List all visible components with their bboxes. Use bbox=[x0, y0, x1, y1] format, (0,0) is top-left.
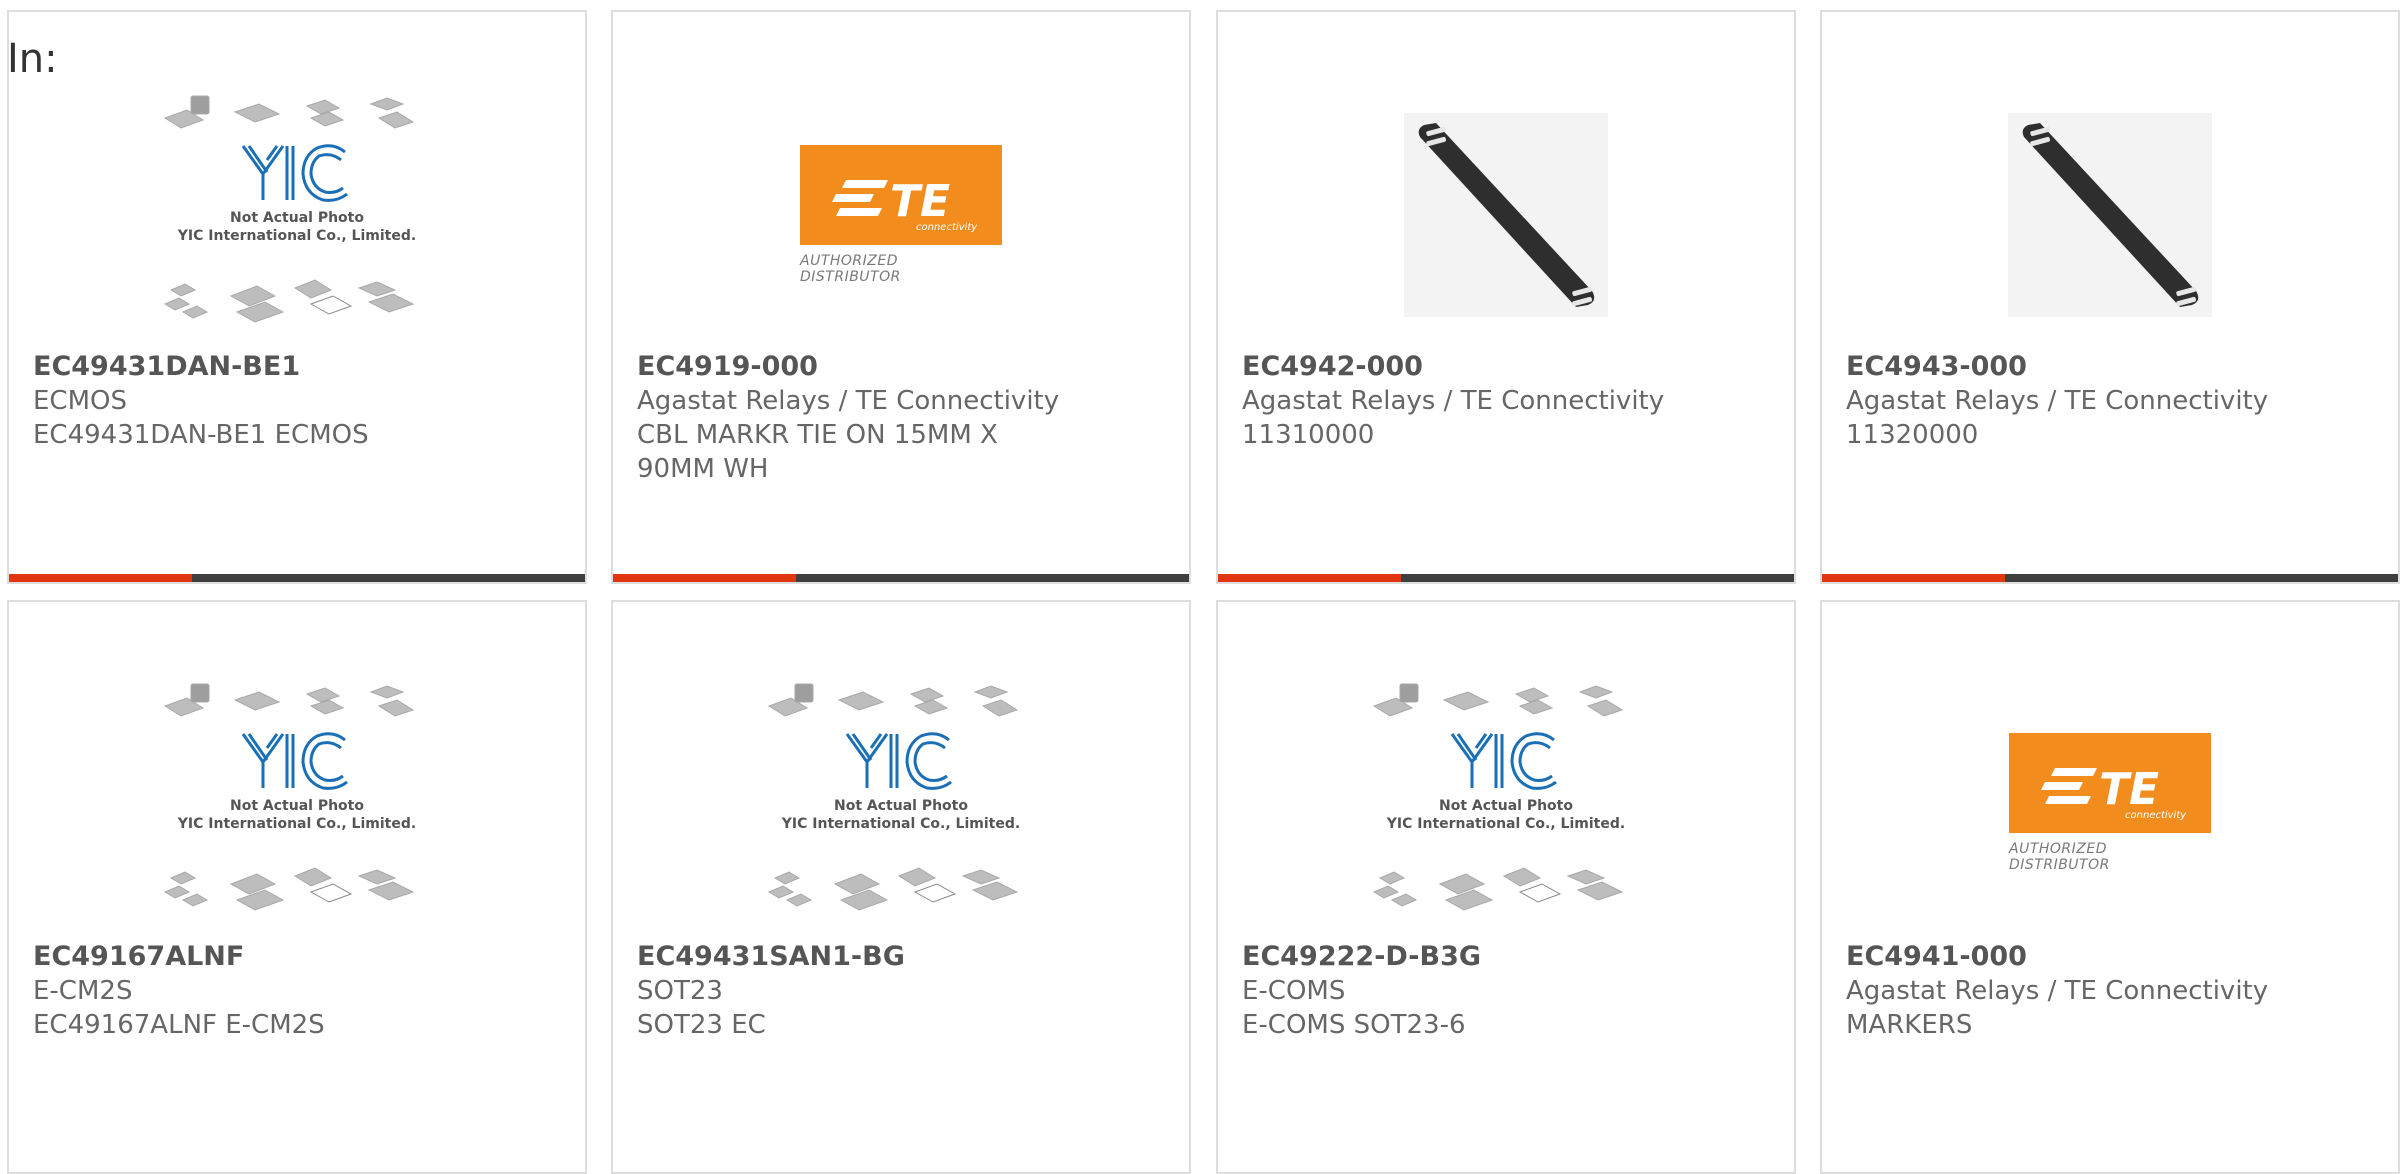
cable-marker-strap-image bbox=[1404, 112, 1608, 317]
product-image[interactable] bbox=[1218, 72, 1794, 357]
yic-caption-1: Not Actual Photo bbox=[834, 798, 968, 814]
product-part-number[interactable]: EC4941-000 bbox=[1846, 940, 2374, 974]
yic-logo bbox=[241, 731, 348, 790]
yic-caption-2: YIC International Co., Limited. bbox=[177, 228, 416, 244]
product-info: EC49431DAN-BE1 ECMOS EC49431DAN-BE1 ECMOS bbox=[33, 350, 561, 452]
product-card[interactable]: EC4942-000 Agastat Relays / TE Connectivi… bbox=[1216, 10, 1796, 584]
product-card[interactable]: TE connectivity AUTHORIZED DISTRIBUTOR E… bbox=[1820, 600, 2400, 1174]
yic-placeholder-image: Not Actual Photo YIC International Co., … bbox=[1372, 683, 1625, 911]
yic-caption-2: YIC International Co., Limited. bbox=[177, 816, 416, 832]
card-accent-bar-highlight bbox=[1822, 574, 2005, 582]
product-card[interactable]: Not Actual Photo YIC International Co., … bbox=[1216, 600, 1796, 1174]
product-image[interactable]: Not Actual Photo YIC International Co., … bbox=[9, 660, 585, 945]
te-connectivity-logo: TE connectivity AUTHORIZED DISTRIBUTOR bbox=[2009, 732, 2211, 873]
search-scope-label: In: bbox=[7, 36, 58, 82]
product-image[interactable]: Not Actual Photo YIC International Co., … bbox=[1218, 660, 1794, 945]
product-info: EC49222-D-B3G E-COMS E-COMS SOT23-6 bbox=[1242, 940, 1770, 1042]
product-manufacturer: Agastat Relays / TE Connectivity bbox=[637, 386, 1060, 416]
yic-caption-2: YIC International Co., Limited. bbox=[781, 816, 1020, 832]
svg-text:TE: TE bbox=[890, 176, 950, 227]
product-manufacturer: E-CM2S bbox=[33, 976, 133, 1006]
yic-placeholder-image: Not Actual Photo YIC International Co., … bbox=[767, 683, 1020, 911]
product-description: E-COMS SOT23-6 bbox=[1242, 1010, 1466, 1040]
svg-text:connectivity: connectivity bbox=[2125, 810, 2187, 821]
product-info: EC49431SAN1-BG SOT23 SOT23 EC bbox=[637, 940, 1165, 1042]
yic-caption-2: YIC International Co., Limited. bbox=[1386, 816, 1625, 832]
te-connectivity-logo: TE connectivity AUTHORIZED DISTRIBUTOR bbox=[800, 144, 1002, 285]
yic-logo bbox=[845, 731, 952, 790]
product-manufacturer: Agastat Relays / TE Connectivity bbox=[1846, 386, 2269, 416]
yic-caption-1: Not Actual Photo bbox=[230, 210, 364, 226]
product-part-number[interactable]: EC49222-D-B3G bbox=[1242, 940, 1770, 974]
yic-caption-1: Not Actual Photo bbox=[230, 798, 364, 814]
card-accent-bar bbox=[613, 574, 1189, 582]
cable-marker-strap-image bbox=[2008, 112, 2212, 317]
card-accent-bar bbox=[9, 574, 585, 582]
yic-placeholder-image: Not Actual Photo YIC International Co., … bbox=[163, 95, 416, 323]
product-info: EC4941-000 Agastat Relays / TE Connectivi… bbox=[1846, 940, 2374, 1042]
product-manufacturer: Agastat Relays / TE Connectivity bbox=[1846, 976, 2269, 1006]
product-card[interactable]: Not Actual Photo YIC International Co., … bbox=[7, 600, 587, 1174]
card-accent-bar bbox=[1218, 574, 1794, 582]
product-part-number[interactable]: EC49431DAN-BE1 bbox=[33, 350, 561, 384]
product-info: EC4942-000 Agastat Relays / TE Connectivi… bbox=[1242, 350, 1770, 452]
product-part-number[interactable]: EC49431SAN1-BG bbox=[637, 940, 1165, 974]
product-part-number[interactable]: EC4942-000 bbox=[1242, 350, 1770, 384]
product-part-number[interactable]: EC4943-000 bbox=[1846, 350, 2374, 384]
product-image[interactable]: TE connectivity AUTHORIZED DISTRIBUTOR bbox=[1822, 660, 2398, 945]
product-part-number[interactable]: EC49167ALNF bbox=[33, 940, 561, 974]
product-manufacturer: ECMOS bbox=[33, 386, 127, 416]
svg-text:TE: TE bbox=[2099, 764, 2159, 815]
yic-logo bbox=[241, 143, 348, 202]
product-description: EC49431DAN-BE1 ECMOS bbox=[33, 420, 369, 450]
product-image[interactable]: Not Actual Photo YIC International Co., … bbox=[613, 660, 1189, 945]
card-accent-bar bbox=[1822, 574, 2398, 582]
product-card[interactable]: EC4943-000 Agastat Relays / TE Connectivi… bbox=[1820, 10, 2400, 584]
product-image[interactable]: TE connectivity AUTHORIZED DISTRIBUTOR bbox=[613, 72, 1189, 357]
product-description: CBL MARKR TIE ON 15MM X 90MM WH bbox=[637, 420, 998, 484]
product-card[interactable]: Not Actual Photo YIC International Co., … bbox=[7, 10, 587, 584]
product-part-number[interactable]: EC4919-000 bbox=[637, 350, 1165, 384]
product-description: 11310000 bbox=[1242, 420, 1375, 450]
product-description: 11320000 bbox=[1846, 420, 1979, 450]
product-description: EC49167ALNF E-CM2S bbox=[33, 1010, 325, 1040]
product-image[interactable]: Not Actual Photo YIC International Co., … bbox=[9, 72, 585, 357]
product-card[interactable]: TE connectivity AUTHORIZED DISTRIBUTOR E… bbox=[611, 10, 1191, 584]
product-manufacturer: Agastat Relays / TE Connectivity bbox=[1242, 386, 1665, 416]
card-accent-bar-highlight bbox=[1218, 574, 1401, 582]
yic-placeholder-image: Not Actual Photo YIC International Co., … bbox=[163, 683, 416, 911]
product-manufacturer: SOT23 bbox=[637, 976, 723, 1006]
yic-caption-1: Not Actual Photo bbox=[1439, 798, 1573, 814]
product-card[interactable]: Not Actual Photo YIC International Co., … bbox=[611, 600, 1191, 1174]
product-image[interactable] bbox=[1822, 72, 2398, 357]
product-info: EC49167ALNF E-CM2S EC49167ALNF E-CM2S bbox=[33, 940, 561, 1042]
product-info: EC4943-000 Agastat Relays / TE Connectivi… bbox=[1846, 350, 2374, 452]
svg-text:connectivity: connectivity bbox=[916, 222, 978, 233]
card-accent-bar-highlight bbox=[613, 574, 796, 582]
product-description: SOT23 EC bbox=[637, 1010, 766, 1040]
card-accent-bar-highlight bbox=[9, 574, 192, 582]
product-manufacturer: E-COMS bbox=[1242, 976, 1346, 1006]
yic-logo bbox=[1450, 731, 1557, 790]
product-info: EC4919-000 Agastat Relays / TE Connectivi… bbox=[637, 350, 1165, 486]
product-description: MARKERS bbox=[1846, 1010, 1973, 1040]
